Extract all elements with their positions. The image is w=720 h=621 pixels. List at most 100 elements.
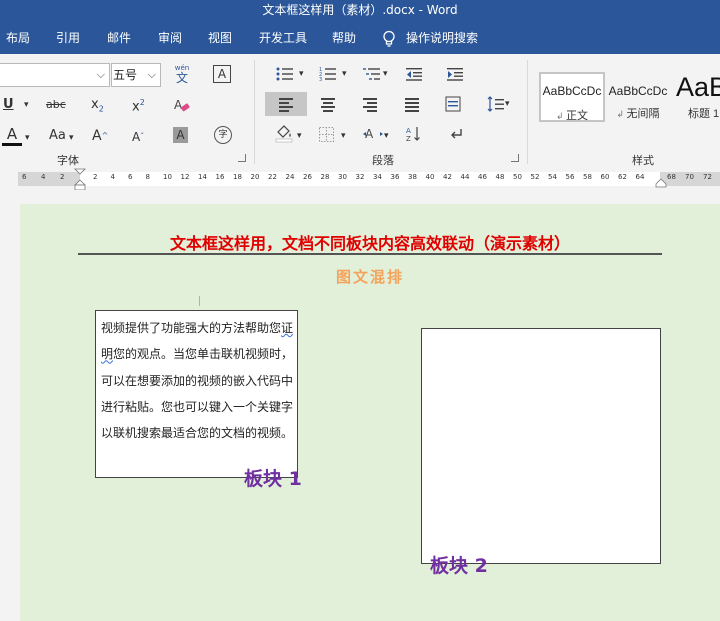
tab-references[interactable]: 引用	[56, 22, 80, 54]
align-left-button[interactable]	[265, 92, 307, 116]
ruler-number: 22	[268, 173, 277, 181]
ruler-number: 54	[548, 173, 557, 181]
text-box-1-content[interactable]: 视频提供了功能强大的方法帮助您证明您的观点。当您单击联机视频时，可以在想要添加的…	[101, 315, 295, 446]
ruler-number: 4	[41, 173, 46, 181]
group-divider	[527, 60, 528, 164]
ruler-number: 14	[198, 173, 207, 181]
asian-layout-icon[interactable]: A	[363, 126, 383, 142]
ruler-number: 6	[128, 173, 133, 181]
ruler-number: 28	[320, 173, 330, 181]
ruler-number: 10	[163, 173, 172, 181]
font-color-swatch	[2, 143, 22, 146]
align-center-icon[interactable]	[321, 98, 335, 112]
horizontal-ruler[interactable]: 642 2 4 6 8 10 12 14 16 18 20 22 24 26 28 30 32 34 36 38 40…	[0, 168, 720, 192]
ruler-number: 42	[443, 173, 452, 181]
chevron-down-icon[interactable]: ▾	[341, 127, 346, 145]
shrink-font-button[interactable]: Aˇ	[132, 128, 144, 146]
line-spacing-icon[interactable]	[487, 96, 505, 112]
font-dialog-launcher-icon[interactable]	[238, 154, 246, 162]
phonetic-bottom: 文	[175, 71, 188, 85]
phonetic-guide-button[interactable]: wén 文	[172, 64, 192, 85]
chevron-down-icon[interactable]: ▾	[299, 65, 304, 83]
superscript-button[interactable]: x2	[132, 94, 145, 116]
tab-mailings[interactable]: 邮件	[107, 22, 131, 54]
char-shading-button[interactable]: A	[173, 127, 188, 143]
multilevel-list-icon[interactable]	[363, 67, 381, 81]
shading-bucket-icon[interactable]	[274, 125, 294, 143]
grow-font-button[interactable]: A^	[92, 127, 108, 145]
ruler-number: 64	[635, 173, 645, 181]
chevron-down-icon[interactable]: ⌵	[97, 64, 105, 86]
chevron-down-icon[interactable]: ▾	[297, 127, 302, 145]
increase-indent-icon[interactable]	[447, 67, 463, 81]
change-case-button[interactable]: Aa	[49, 127, 66, 145]
tab-help[interactable]: 帮助	[332, 22, 356, 54]
ruler-number: 60	[600, 173, 610, 181]
paragraph-dialog-launcher-icon[interactable]	[511, 154, 519, 162]
chevron-down-icon[interactable]: ▾	[69, 129, 74, 147]
lightbulb-icon[interactable]	[381, 30, 397, 48]
tab-view[interactable]: 视图	[208, 22, 232, 54]
document-subtitle[interactable]: 图文混排	[78, 266, 662, 287]
distributed-align-icon[interactable]	[445, 96, 461, 112]
decrease-indent-icon[interactable]	[406, 67, 422, 81]
tab-developer[interactable]: 开发工具	[259, 22, 307, 54]
char-border-button[interactable]: A	[213, 65, 231, 83]
bullets-icon[interactable]	[276, 67, 294, 81]
ruler-number: 8	[145, 173, 150, 181]
chevron-down-icon[interactable]: ▾	[25, 129, 30, 147]
numbering-icon[interactable]: 1 2 3	[319, 67, 337, 81]
font-size-combo[interactable]: 五号 ⌵	[111, 63, 161, 87]
justify-icon[interactable]	[405, 98, 419, 112]
text-box-block-1[interactable]: 视频提供了功能强大的方法帮助您证明您的观点。当您单击联机视频时，可以在想要添加的…	[95, 310, 298, 478]
right-indent-marker-icon[interactable]	[655, 178, 667, 188]
block-1-label[interactable]: 板块 1	[244, 464, 302, 491]
enclose-characters-button[interactable]: 字	[214, 126, 232, 144]
clear-formatting-icon[interactable]: A	[172, 97, 190, 113]
chevron-down-icon[interactable]: ▾	[384, 127, 389, 145]
caret-up-icon: ^	[101, 131, 109, 140]
tell-me-search[interactable]: 操作说明搜索	[406, 22, 478, 54]
indent-marker-icon[interactable]	[74, 168, 86, 192]
style-normal[interactable]: AaBbCcDc ↲ 正文	[539, 72, 605, 122]
chevron-down-icon[interactable]: ▾	[24, 96, 29, 114]
ruler-number: 18	[233, 173, 242, 181]
font-color-button[interactable]: A	[2, 126, 22, 146]
subscript-button[interactable]: x2	[91, 96, 104, 119]
sort-icon[interactable]: A Z	[405, 125, 423, 143]
document-heading[interactable]: 文本框这样用，文档不同板块内容高效联动（演示素材）	[78, 230, 662, 254]
ruler-number: 44	[460, 173, 470, 181]
svg-text:A: A	[406, 127, 411, 135]
group-divider	[254, 60, 255, 164]
style-normal-name: ↲ 正文	[555, 110, 589, 122]
chevron-down-icon[interactable]: ▾	[383, 65, 388, 83]
style-no-spacing-name: ↲ 无间隔	[616, 108, 660, 120]
block-2-label[interactable]: 板块 2	[430, 551, 488, 578]
borders-icon[interactable]	[319, 127, 334, 142]
chevron-down-icon[interactable]: ⌵	[148, 64, 156, 86]
ruler-number: 4	[110, 173, 115, 181]
tab-layout[interactable]: 布局	[6, 22, 30, 54]
font-name-combo[interactable]: ⌵	[0, 63, 110, 87]
underline-button[interactable]: U	[3, 96, 14, 114]
chevron-down-icon[interactable]: ▾	[505, 95, 510, 113]
style-heading-1[interactable]: AaB 标题 1	[672, 72, 720, 122]
ruler-number: 6	[22, 173, 27, 181]
ruler-number: 70	[685, 173, 694, 181]
chevron-down-icon[interactable]: ▾	[342, 65, 347, 83]
ruler-number: 20	[250, 173, 260, 181]
text-run: 视频提供了功能强大的方法帮助您	[101, 321, 282, 335]
svg-text:A: A	[365, 127, 374, 141]
align-right-icon[interactable]	[363, 98, 377, 112]
text-box-block-2[interactable]	[421, 328, 661, 564]
ruler-number: 30	[338, 173, 347, 181]
font-color-letter: A	[6, 125, 18, 143]
strikethrough-button[interactable]: abc	[46, 96, 66, 114]
style-no-spacing[interactable]: AaBbCcDc ↲ 无间隔	[607, 72, 669, 122]
tab-review[interactable]: 审阅	[158, 22, 182, 54]
style-no-spacing-sample: AaBbCcDc	[608, 84, 668, 98]
ruler-number: 26	[303, 173, 312, 181]
ruler-number: 2	[60, 173, 65, 181]
ruler-number: 2	[93, 173, 98, 181]
show-marks-icon[interactable]	[448, 126, 464, 142]
